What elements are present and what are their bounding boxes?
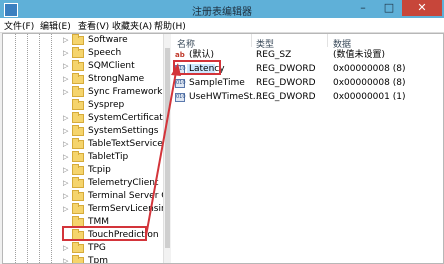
folder-icon [72, 125, 84, 136]
value-data: 0x00000001 (1) [333, 92, 406, 102]
menu-favorites[interactable]: 收藏夹(A) [112, 19, 152, 32]
expand-arrow-icon[interactable]: ▷ [63, 151, 71, 164]
column-divider[interactable] [251, 34, 252, 47]
tree-guide-line [15, 34, 16, 263]
value-data: (数值未设置) [333, 50, 386, 60]
folder-icon [72, 73, 84, 84]
minimize-button[interactable]: – [350, 0, 376, 16]
expand-arrow-icon[interactable]: ▷ [63, 86, 71, 99]
folder-icon [72, 112, 84, 123]
expand-arrow-icon[interactable]: ▷ [63, 164, 71, 177]
expand-arrow-icon[interactable]: ▷ [63, 138, 71, 151]
folder-icon [72, 86, 84, 97]
expand-arrow-icon[interactable]: ▷ [63, 73, 71, 86]
expand-arrow-icon[interactable]: ▷ [63, 60, 71, 73]
value-data: 0x00000008 (8) [333, 64, 406, 74]
folder-icon [72, 34, 84, 45]
menu-file[interactable]: 文件(F) [4, 19, 34, 32]
expand-arrow-icon[interactable]: ▷ [63, 177, 71, 190]
value-type: REG_DWORD [256, 92, 316, 102]
column-divider[interactable] [327, 34, 328, 47]
folder-icon [72, 177, 84, 188]
tree-guide-line [51, 34, 52, 263]
title-bar: 注册表编辑器 – □ ✕ [0, 0, 444, 19]
menu-edit[interactable]: 编辑(E) [40, 19, 71, 32]
registry-tree[interactable]: ▷ Software ▷ Speech ▷ SQMClient ▷ Strong… [3, 34, 163, 263]
latency-highlight-box [173, 60, 221, 75]
folder-icon [72, 138, 84, 149]
value-type: REG_DWORD [256, 64, 316, 74]
menu-bar: 文件(F) 编辑(E) 查看(V) 收藏夹(A) 帮助(H) [0, 18, 444, 33]
expand-arrow-icon[interactable]: ▷ [63, 190, 71, 203]
value-type: REG_SZ [256, 50, 292, 60]
expand-arrow-icon[interactable]: ▷ [63, 112, 71, 125]
menu-view[interactable]: 查看(V) [78, 19, 109, 32]
folder-icon [72, 99, 84, 110]
string-value-icon: ab [175, 51, 185, 59]
value-type: REG_DWORD [256, 78, 316, 88]
maximize-button[interactable]: □ [376, 0, 402, 16]
value-row-usehwtimestamp[interactable]: 010 UseHWTimeSt... REG_DWORD 0x00000001 … [171, 91, 443, 104]
binary-value-icon: 010 [175, 93, 186, 102]
folder-icon [72, 203, 84, 214]
folder-icon [72, 60, 84, 71]
folder-icon [72, 255, 84, 263]
folder-icon [72, 151, 84, 162]
editor-panes: ▷ Software ▷ Speech ▷ SQMClient ▷ Strong… [2, 33, 444, 264]
tree-guide-line [27, 34, 28, 263]
touchprediction-highlight-box [62, 226, 147, 241]
value-name: UseHWTimeSt... [189, 92, 262, 102]
folder-icon [72, 190, 84, 201]
expand-arrow-icon[interactable]: ▷ [63, 125, 71, 138]
tree-scrollbar-thumb[interactable] [165, 48, 170, 248]
expand-arrow-icon[interactable]: ▷ [63, 34, 71, 47]
folder-icon [72, 164, 84, 175]
folder-icon [72, 47, 84, 58]
expand-arrow-icon[interactable]: ▷ [63, 242, 71, 255]
menu-help[interactable]: 帮助(H) [154, 19, 186, 32]
expand-arrow-icon[interactable]: ▷ [63, 47, 71, 60]
binary-value-icon: 010 [175, 79, 186, 88]
value-row-sampletime[interactable]: 010 SampleTime REG_DWORD 0x00000008 (8) [171, 77, 443, 90]
expand-arrow-icon[interactable]: ▷ [63, 255, 71, 263]
expand-arrow-icon[interactable]: ▷ [63, 203, 71, 216]
values-list[interactable]: 名称 类型 数据 ab (默认) REG_SZ (数值未设置) 010 Late… [171, 34, 443, 263]
folder-icon [72, 242, 84, 253]
tree-guide-line [39, 34, 40, 263]
value-name: SampleTime [189, 78, 245, 88]
close-button[interactable]: ✕ [402, 0, 442, 16]
tree-scrollbar[interactable] [163, 34, 171, 263]
value-data: 0x00000008 (8) [333, 78, 406, 88]
